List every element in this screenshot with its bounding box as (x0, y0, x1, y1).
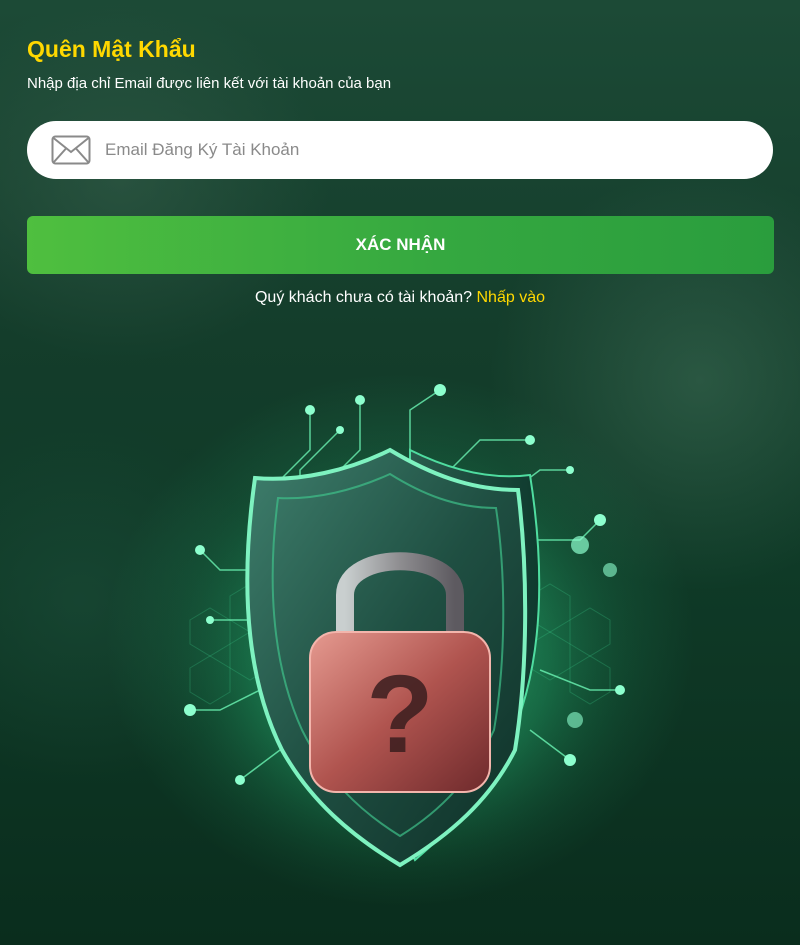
submit-button[interactable]: XÁC NHẬN (27, 216, 774, 274)
shield-lock-question-icon: ? (150, 384, 650, 890)
forgot-password-page: Quên Mật Khẩu Nhập địa chỉ Email được li… (0, 0, 800, 945)
signup-prompt: Quý khách chưa có tài khoản? Nhấp vào (0, 289, 800, 307)
envelope-icon (51, 135, 91, 165)
email-field[interactable] (27, 120, 773, 180)
page-subtitle: Nhập địa chỉ Email được liên kết với tài… (27, 75, 392, 92)
page-title: Quên Mật Khẩu (27, 36, 196, 62)
email-input[interactable] (103, 120, 773, 180)
svg-text:?: ? (366, 653, 433, 776)
signup-link[interactable]: Nhấp vào (477, 289, 546, 306)
signup-prompt-text: Quý khách chưa có tài khoản? (254, 289, 473, 306)
